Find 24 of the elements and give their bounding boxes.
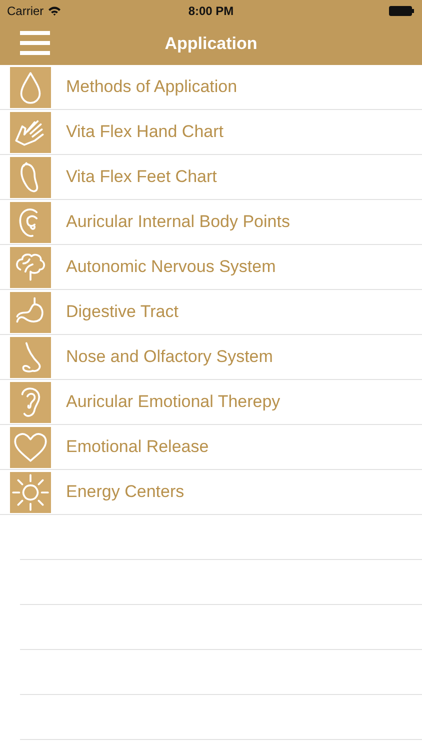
wifi-icon [48, 6, 61, 16]
status-time: 8:00 PM [188, 4, 234, 18]
hand-icon [10, 112, 51, 152]
menu-list-item[interactable]: Auricular Emotional Therepy [0, 380, 422, 425]
battery-icon [389, 6, 414, 16]
menu-list-item[interactable]: Vita Flex Feet Chart [0, 155, 422, 200]
menu-list-item[interactable]: Digestive Tract [0, 290, 422, 335]
menu-icon[interactable] [20, 31, 50, 55]
carrier-label: Carrier [7, 4, 44, 18]
nose-icon [10, 336, 51, 378]
brain-icon [10, 246, 51, 288]
ear-icon [10, 382, 51, 422]
menu-list-item[interactable]: Auricular Internal Body Points [0, 200, 422, 245]
menu-list-item[interactable]: Emotional Release [0, 425, 422, 470]
nav-title: Application [164, 34, 258, 54]
menu-list-item[interactable]: Autonomic Nervous System [0, 245, 422, 290]
menu-list-item[interactable]: Vita Flex Hand Chart [0, 110, 422, 155]
menu-list-item[interactable]: Methods of Application [0, 65, 422, 110]
stomach-icon [10, 292, 51, 332]
drop-icon [10, 66, 51, 108]
sun-icon [10, 472, 51, 512]
menu-list-item[interactable]: Energy Centers [0, 470, 422, 515]
menu-list-item[interactable]: Nose and Olfactory System [0, 335, 422, 380]
ear-icon [10, 202, 51, 242]
